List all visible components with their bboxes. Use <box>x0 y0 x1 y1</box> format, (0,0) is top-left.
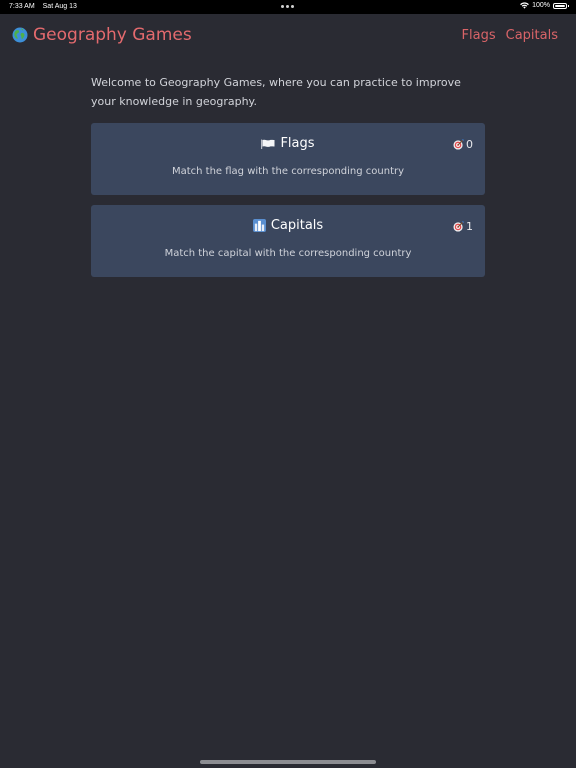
card-title: Capitals <box>270 218 324 233</box>
target-icon <box>453 139 464 150</box>
target-icon <box>453 221 464 232</box>
brand-title: Geography Games <box>33 25 192 45</box>
battery-icon <box>553 2 569 9</box>
card-title: Flags <box>280 136 315 151</box>
home-indicator[interactable] <box>200 760 376 764</box>
status-time: 7:33 AM <box>9 3 35 10</box>
nav-link-flags[interactable]: Flags <box>462 28 496 43</box>
brand-link[interactable]: Geography Games <box>12 25 192 45</box>
intro-text: Welcome to Geography Games, where you ca… <box>91 76 461 108</box>
card-title-row: Flags <box>91 136 485 151</box>
card-description: Match the flag with the corresponding co… <box>171 166 405 177</box>
score-value: 1 <box>466 220 473 233</box>
game-card-flags[interactable]: Flags 0 Match the flag with the correspo… <box>91 123 485 195</box>
card-description: Match the capital with the corresponding… <box>164 248 412 259</box>
card-title-row: Capitals <box>91 218 485 233</box>
flag-icon <box>261 139 275 149</box>
score-value: 0 <box>466 138 473 151</box>
game-card-capitals[interactable]: Capitals 1 Match the capital with the co… <box>91 205 485 277</box>
nav-links: Flags Capitals <box>462 28 558 43</box>
status-indicators: 100% <box>520 2 569 9</box>
city-icon <box>252 219 266 232</box>
score-badge: 0 <box>453 138 473 151</box>
status-date: Sat Aug 13 <box>42 3 77 10</box>
score-badge: 1 <box>453 220 473 233</box>
status-bar: 7:33 AM Sat Aug 13 100% <box>0 0 576 14</box>
battery-percent: 100% <box>532 2 550 9</box>
navbar: Geography Games Flags Capitals <box>0 14 576 58</box>
status-time-date: 7:33 AM Sat Aug 13 <box>9 3 77 10</box>
nav-link-capitals[interactable]: Capitals <box>506 28 558 43</box>
wifi-icon <box>520 2 529 9</box>
globe-icon <box>12 27 28 43</box>
multitasking-dots-icon[interactable] <box>281 5 294 8</box>
